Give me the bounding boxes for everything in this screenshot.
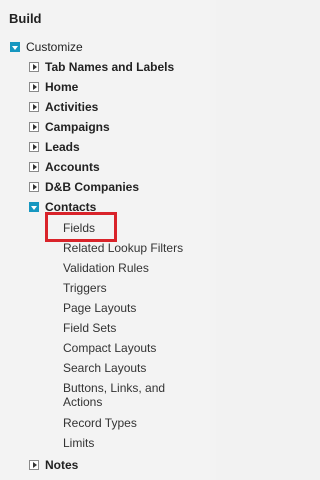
expand-toggle-icon[interactable] [29, 460, 39, 470]
tree-leaf-buttons-links-actions[interactable]: Buttons, Links, and Actions [63, 381, 183, 409]
tree-node-customize[interactable]: Customize [10, 39, 83, 55]
tree-label: Tab Names and Labels [45, 60, 175, 74]
expand-toggle-icon[interactable] [29, 62, 39, 72]
tree-leaf-field-sets[interactable]: Field Sets [63, 321, 116, 335]
tree-leaf-search-layouts[interactable]: Search Layouts [63, 361, 146, 375]
tree-label: Activities [45, 100, 99, 114]
expand-toggle-icon[interactable] [29, 102, 39, 112]
setup-tree-panel: Build Customize Tab Names and Labels Hom… [0, 0, 216, 480]
collapse-toggle-icon[interactable] [10, 42, 20, 52]
expand-toggle-icon[interactable] [29, 122, 39, 132]
tree-node-home[interactable]: Home [29, 79, 78, 95]
tree-node-contacts[interactable]: Contacts [29, 199, 96, 215]
tree-node-db-companies[interactable]: D&B Companies [29, 179, 139, 195]
tree-node-tab-names-and-labels[interactable]: Tab Names and Labels [29, 59, 174, 75]
tree-leaf-page-layouts[interactable]: Page Layouts [63, 301, 136, 315]
tree-leaf-validation-rules[interactable]: Validation Rules [63, 261, 149, 275]
tree-leaf-fields[interactable]: Fields [63, 221, 95, 235]
expand-toggle-icon[interactable] [29, 182, 39, 192]
tree-node-campaigns[interactable]: Campaigns [29, 119, 110, 135]
tree-label: Accounts [45, 160, 100, 174]
expand-toggle-icon[interactable] [29, 82, 39, 92]
tree-label: Notes [45, 458, 79, 472]
tree-leaf-related-lookup-filters[interactable]: Related Lookup Filters [63, 241, 183, 255]
tree-label: Leads [45, 140, 80, 154]
tree-label: Campaigns [45, 120, 110, 134]
collapse-toggle-icon[interactable] [29, 202, 39, 212]
tree-label: Contacts [45, 200, 97, 214]
tree-leaf-triggers[interactable]: Triggers [63, 281, 107, 295]
tree-label: D&B Companies [45, 180, 140, 194]
section-title-build: Build [9, 11, 42, 26]
tree-label-customize: Customize [26, 40, 83, 54]
tree-node-notes[interactable]: Notes [29, 457, 78, 473]
tree-node-leads[interactable]: Leads [29, 139, 80, 155]
tree-node-activities[interactable]: Activities [29, 99, 98, 115]
tree-leaf-compact-layouts[interactable]: Compact Layouts [63, 341, 156, 355]
tree-leaf-record-types[interactable]: Record Types [63, 416, 137, 430]
expand-toggle-icon[interactable] [29, 142, 39, 152]
expand-toggle-icon[interactable] [29, 162, 39, 172]
tree-node-accounts[interactable]: Accounts [29, 159, 100, 175]
tree-label: Home [45, 80, 79, 94]
tree-leaf-limits[interactable]: Limits [63, 436, 94, 450]
